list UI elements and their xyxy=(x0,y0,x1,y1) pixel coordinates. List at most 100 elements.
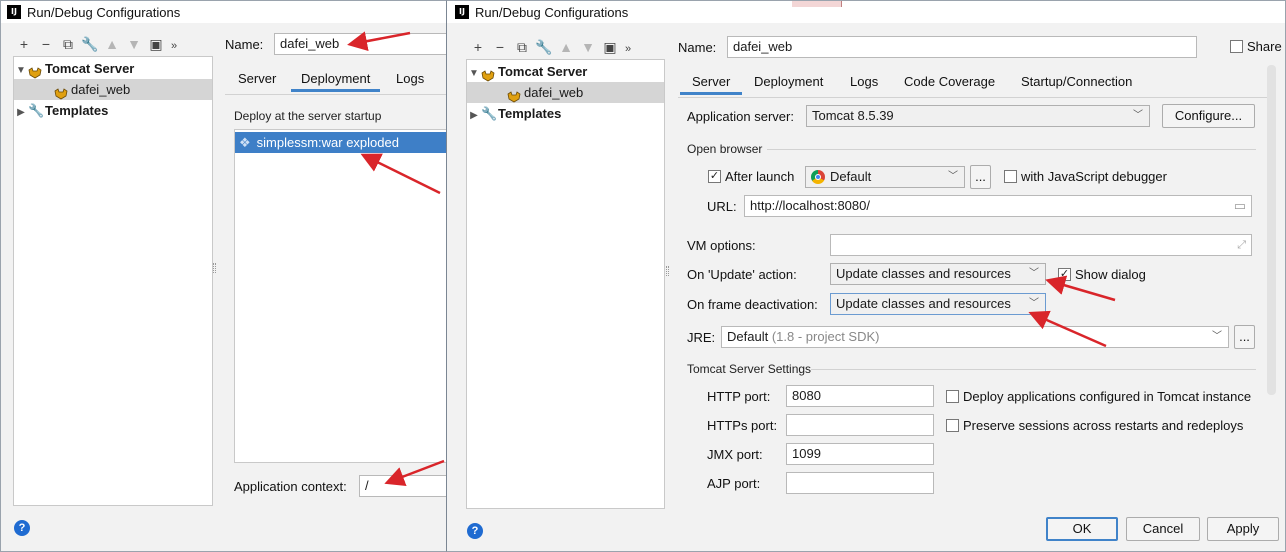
wrench-icon: 🔧 xyxy=(28,103,45,118)
tab-deployment[interactable]: Deployment xyxy=(754,69,823,95)
tab-startup-connection[interactable]: Startup/Connection xyxy=(1021,69,1132,95)
browser-more-button[interactable]: ... xyxy=(970,165,991,189)
tomcat-icon xyxy=(28,64,42,79)
jre-more-button[interactable]: ... xyxy=(1234,325,1255,349)
chevron-down-icon: ﹀ xyxy=(1212,331,1222,342)
tree-item-dafei-web[interactable]: dafei_web xyxy=(14,79,212,100)
back-tab-logs[interactable]: Logs xyxy=(396,66,424,92)
url-label: URL: xyxy=(707,199,737,214)
on-frame-select[interactable]: Update classes and resources ﹀ xyxy=(830,293,1046,315)
intellij-logo-icon: IJ xyxy=(7,5,21,19)
on-update-select[interactable]: Update classes and resources ﹀ xyxy=(830,263,1046,285)
on-update-label: On 'Update' action: xyxy=(687,267,797,282)
help-icon[interactable]: ? xyxy=(14,520,30,536)
http-port-input[interactable]: 8080 xyxy=(786,385,934,407)
browser-inner-dot xyxy=(815,174,821,180)
after-launch-label: After launch xyxy=(725,169,795,184)
app-context-input[interactable]: / xyxy=(359,475,453,497)
tomcat-icon xyxy=(481,67,495,82)
back-tab-deployment[interactable]: Deployment xyxy=(291,66,381,92)
wrench-icon[interactable]: 🔧 xyxy=(79,33,101,55)
app-server-label: Application server: xyxy=(687,109,794,124)
configure-button[interactable]: Configure... xyxy=(1162,104,1255,128)
tomcat-config-icon xyxy=(507,88,521,103)
folder-icon[interactable]: ▭ xyxy=(1234,196,1246,216)
front-toolbar: + − ⧉ 🔧 ▲ ▼ ▣» xyxy=(467,36,635,60)
front-title: Run/Debug Configurations xyxy=(475,4,629,20)
jre-value: Default xyxy=(727,329,769,344)
more-icon[interactable]: » xyxy=(167,35,181,57)
app-server-value: Tomcat 8.5.39 xyxy=(812,108,894,123)
add-icon[interactable]: + xyxy=(467,36,489,58)
https-port-input[interactable] xyxy=(786,414,934,436)
share-checkbox[interactable] xyxy=(1230,40,1243,53)
tree-label: Templates xyxy=(498,106,562,121)
tree-item-templates[interactable]: ▶ 🔧Templates xyxy=(467,103,664,124)
deploy-section-title: Deploy at the server startup xyxy=(234,109,382,123)
copy-icon[interactable]: ⧉ xyxy=(511,36,533,58)
add-icon[interactable]: + xyxy=(13,33,35,55)
back-titlebar: IJ Run/Debug Configurations xyxy=(1,1,451,23)
artifact-row[interactable]: ❖ simplessm:war exploded xyxy=(235,132,452,153)
wrench-icon[interactable]: 🔧 xyxy=(533,36,555,58)
help-icon[interactable]: ? xyxy=(467,523,483,539)
folder-icon[interactable]: ▣ xyxy=(145,33,167,55)
tree-label: Tomcat Server xyxy=(498,64,588,79)
jmx-port-label: JMX port: xyxy=(707,447,763,462)
settings-scrollbar[interactable] xyxy=(1267,65,1276,395)
jre-hint: (1.8 - project SDK) xyxy=(771,329,880,344)
move-down-icon[interactable]: ▼ xyxy=(123,33,145,55)
ok-button[interactable]: OK xyxy=(1046,517,1118,541)
deploy-apps-checkbox[interactable] xyxy=(946,390,959,403)
app-server-select[interactable]: Tomcat 8.5.39 ﹀ xyxy=(806,105,1150,127)
js-debugger-checkbox[interactable] xyxy=(1004,170,1017,183)
tree-item-tomcat-server[interactable]: ▼ Tomcat Server xyxy=(467,61,664,82)
move-up-icon[interactable]: ▲ xyxy=(555,36,577,58)
chevron-down-icon[interactable]: ▼ xyxy=(14,60,28,81)
jre-select[interactable]: Default (1.8 - project SDK) ﹀ xyxy=(721,326,1229,348)
open-browser-section: Open browser xyxy=(687,142,763,156)
tab-logs[interactable]: Logs xyxy=(850,69,878,95)
url-input[interactable]: http://localhost:8080/ ▭ xyxy=(744,195,1252,217)
open-browser-divider xyxy=(767,149,1256,150)
chevron-right-icon[interactable]: ▶ xyxy=(467,105,481,126)
chevron-down-icon[interactable]: ▼ xyxy=(467,63,481,84)
url-value: http://localhost:8080/ xyxy=(750,198,870,213)
remove-icon[interactable]: − xyxy=(489,36,511,58)
browser-select[interactable]: Default ﹀ xyxy=(805,166,965,188)
move-up-icon[interactable]: ▲ xyxy=(101,33,123,55)
copy-icon[interactable]: ⧉ xyxy=(57,33,79,55)
front-name-label: Name: xyxy=(678,40,717,55)
after-launch-checkbox[interactable]: ✓ xyxy=(708,170,721,183)
on-frame-value: Update classes and resources xyxy=(836,296,1011,311)
vm-options-input[interactable]: ⤢ xyxy=(830,234,1252,256)
preserve-sessions-checkbox[interactable] xyxy=(946,419,959,432)
tree-label: dafei_web xyxy=(524,85,584,100)
tab-code-coverage[interactable]: Code Coverage xyxy=(904,69,995,95)
tree-item-dafei-web[interactable]: dafei_web xyxy=(467,82,664,103)
cancel-button[interactable]: Cancel xyxy=(1126,517,1200,541)
show-dialog-checkbox[interactable]: ✓ xyxy=(1058,268,1071,281)
remove-icon[interactable]: − xyxy=(35,33,57,55)
preserve-sessions-label: Preserve sessions across restarts and re… xyxy=(963,418,1244,433)
splitter-grip[interactable] xyxy=(666,266,669,276)
tab-server[interactable]: Server xyxy=(680,69,743,95)
folder-icon[interactable]: ▣ xyxy=(599,36,621,58)
back-name-input[interactable]: dafei_web xyxy=(274,33,454,55)
jmx-port-input[interactable]: 1099 xyxy=(786,443,934,465)
apply-button[interactable]: Apply xyxy=(1207,517,1279,541)
splitter-grip[interactable] xyxy=(213,263,216,273)
tree-item-tomcat-server[interactable]: ▼ Tomcat Server xyxy=(14,58,212,79)
ajp-port-input[interactable] xyxy=(786,472,934,494)
front-name-input[interactable]: dafei_web xyxy=(727,36,1197,58)
js-debugger-label: with JavaScript debugger xyxy=(1021,169,1167,184)
move-down-icon[interactable]: ▼ xyxy=(577,36,599,58)
chevron-down-icon: ﹀ xyxy=(1029,268,1039,279)
tree-label: dafei_web xyxy=(71,82,131,97)
chevron-right-icon[interactable]: ▶ xyxy=(14,102,28,123)
expand-icon[interactable]: ⤢ xyxy=(1237,235,1246,255)
tree-item-templates[interactable]: ▶ 🔧Templates xyxy=(14,100,212,121)
more-icon[interactable]: » xyxy=(621,38,635,60)
vm-options-label: VM options: xyxy=(687,238,756,253)
back-tab-server[interactable]: Server xyxy=(238,66,276,92)
